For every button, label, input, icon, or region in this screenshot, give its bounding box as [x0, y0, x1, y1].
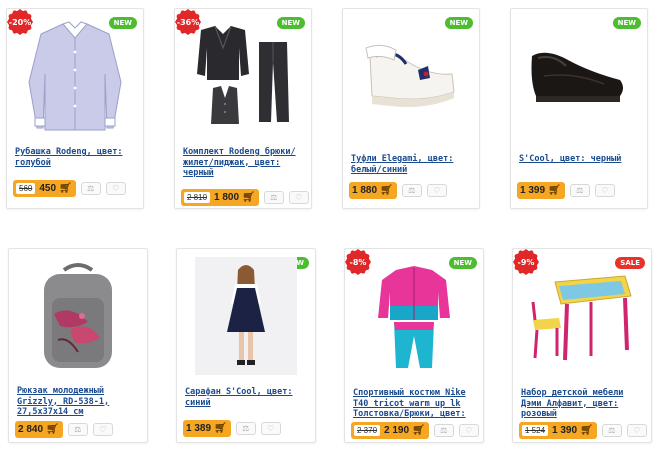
product-image[interactable] [353, 257, 475, 375]
buy-row: 560 450 🛒︎ ⚖ ♡ [13, 179, 126, 197]
scales-icon: ⚖ [576, 185, 584, 195]
heart-icon: ♡ [112, 183, 120, 193]
heart-icon: ♡ [633, 425, 641, 435]
price-buy-button[interactable]: 560 450 🛒︎ [13, 179, 76, 197]
wishlist-button[interactable]: ♡ [458, 423, 479, 437]
buy-row: 2 370 2 190 🛒︎ ⚖ ♡ [351, 421, 479, 439]
product-image[interactable] [15, 17, 135, 135]
old-price: 560 [16, 182, 36, 194]
price: 2 840 [18, 423, 44, 435]
price-buy-button[interactable]: 1 399 🛒︎ [517, 181, 565, 199]
product-title-link[interactable]: Спортивный костюм Nike T40 tricot warm u… [353, 388, 477, 420]
product-card[interactable]: -20% NEW Рубашка Rodeng, цвет: голубой 5… [6, 8, 144, 209]
price: 1 399 [520, 184, 546, 196]
scales-icon: ⚖ [440, 425, 448, 435]
price-buy-button[interactable]: 1 389 🛒︎ [183, 419, 231, 437]
wishlist-button[interactable]: ♡ [626, 423, 647, 437]
buy-row: 1 389 🛒︎ ⚖ ♡ [183, 419, 281, 437]
heart-icon: ♡ [601, 185, 609, 195]
product-title-link[interactable]: S'Cool, цвет: черный [519, 154, 641, 165]
wishlist-button[interactable]: ♡ [92, 422, 113, 436]
compare-button[interactable]: ⚖ [235, 421, 256, 435]
price-buy-button[interactable]: 2 810 1 800 🛒︎ [181, 188, 259, 206]
product-title-link[interactable]: Комплект Rodeng брюки/ жилет/пиджак, цве… [183, 147, 305, 179]
wishlist-button[interactable]: ♡ [594, 183, 615, 197]
heart-icon: ♡ [99, 424, 107, 434]
buy-row: 2 810 1 800 🛒︎ ⚖ ♡ [181, 188, 309, 206]
product-card[interactable]: -36% NEW Комплект Rodeng брюки/ жилет/пи… [174, 8, 312, 209]
heart-icon: ♡ [267, 423, 275, 433]
old-price: 2 810 [184, 191, 211, 203]
buy-row: 2 840 🛒︎ ⚖ ♡ [15, 420, 113, 438]
scales-icon: ⚖ [87, 183, 95, 193]
old-price: 2 370 [354, 424, 381, 436]
compare-button[interactable]: ⚖ [67, 422, 88, 436]
old-price: 1 524 [522, 424, 549, 436]
price: 1 880 [352, 184, 378, 196]
compare-button[interactable]: ⚖ [433, 423, 454, 437]
product-card[interactable]: NEW Туфли Elegami, цвет: белый/синий 1 8… [342, 8, 480, 209]
compare-button[interactable]: ⚖ [263, 190, 284, 204]
heart-icon: ♡ [295, 192, 303, 202]
price: 1 800 [214, 191, 240, 203]
product-card[interactable]: -8% NEW Спортивный костюм Nike T40 trico… [344, 248, 484, 443]
product-title-link[interactable]: Набор детской мебели Дэми Алфавит, цвет:… [521, 388, 645, 420]
scales-icon: ⚖ [408, 185, 416, 195]
heart-icon: ♡ [433, 185, 441, 195]
compare-button[interactable]: ⚖ [569, 183, 590, 197]
product-card[interactable]: -9% SALE Набор детской мебели Дэми Алфав… [512, 248, 652, 443]
buy-row: 1 880 🛒︎ ⚖ ♡ [349, 181, 447, 199]
product-title-link[interactable]: Рубашка Rodeng, цвет: голубой [15, 147, 137, 168]
product-image[interactable] [195, 257, 297, 375]
product-card[interactable]: Рюкзак молодежный Grizzly, RD-538-1, 27,… [8, 248, 148, 443]
wishlist-button[interactable]: ♡ [105, 181, 126, 195]
cart-icon: 🛒︎ [412, 424, 425, 436]
price: 2 190 [384, 424, 410, 436]
scales-icon: ⚖ [74, 424, 82, 434]
price: 450 [39, 182, 57, 194]
product-title-link[interactable]: Рюкзак молодежный Grizzly, RD-538-1, 27,… [17, 386, 141, 418]
product-image[interactable] [519, 17, 639, 135]
wishlist-button[interactable]: ♡ [426, 183, 447, 197]
product-image[interactable] [521, 257, 643, 375]
price-buy-button[interactable]: 1 524 1 390 🛒︎ [519, 421, 597, 439]
cart-icon: 🛒︎ [214, 422, 227, 434]
buy-row: 1 524 1 390 🛒︎ ⚖ ♡ [519, 421, 647, 439]
price-buy-button[interactable]: 1 880 🛒︎ [349, 181, 397, 199]
scales-icon: ⚖ [608, 425, 616, 435]
cart-icon: 🛒︎ [548, 184, 561, 196]
cart-icon: 🛒︎ [242, 191, 255, 203]
price-buy-button[interactable]: 2 370 2 190 🛒︎ [351, 421, 429, 439]
compare-button[interactable]: ⚖ [601, 423, 622, 437]
scales-icon: ⚖ [242, 423, 250, 433]
cart-icon: 🛒︎ [46, 423, 59, 435]
product-card[interactable]: NEW S'Cool, цвет: черный 1 399 🛒︎ ⚖ ♡ [510, 8, 648, 209]
product-card[interactable]: NEW Сарафан S'Cool, цвет: синий 1 389 🛒︎… [176, 248, 316, 443]
compare-button[interactable]: ⚖ [401, 183, 422, 197]
cart-icon: 🛒︎ [59, 182, 72, 194]
price: 1 389 [186, 422, 212, 434]
cart-icon: 🛒︎ [580, 424, 593, 436]
heart-icon: ♡ [465, 425, 473, 435]
scales-icon: ⚖ [270, 192, 278, 202]
wishlist-button[interactable]: ♡ [260, 421, 281, 435]
product-title-link[interactable]: Туфли Elegami, цвет: белый/синий [351, 154, 473, 175]
price-buy-button[interactable]: 2 840 🛒︎ [15, 420, 63, 438]
compare-button[interactable]: ⚖ [80, 181, 101, 195]
product-image[interactable] [351, 17, 471, 135]
product-image[interactable] [17, 257, 139, 375]
product-title-link[interactable]: Сарафан S'Cool, цвет: синий [185, 387, 309, 408]
cart-icon: 🛒︎ [380, 184, 393, 196]
product-image[interactable] [183, 17, 303, 135]
buy-row: 1 399 🛒︎ ⚖ ♡ [517, 181, 615, 199]
wishlist-button[interactable]: ♡ [288, 190, 309, 204]
price: 1 390 [552, 424, 578, 436]
